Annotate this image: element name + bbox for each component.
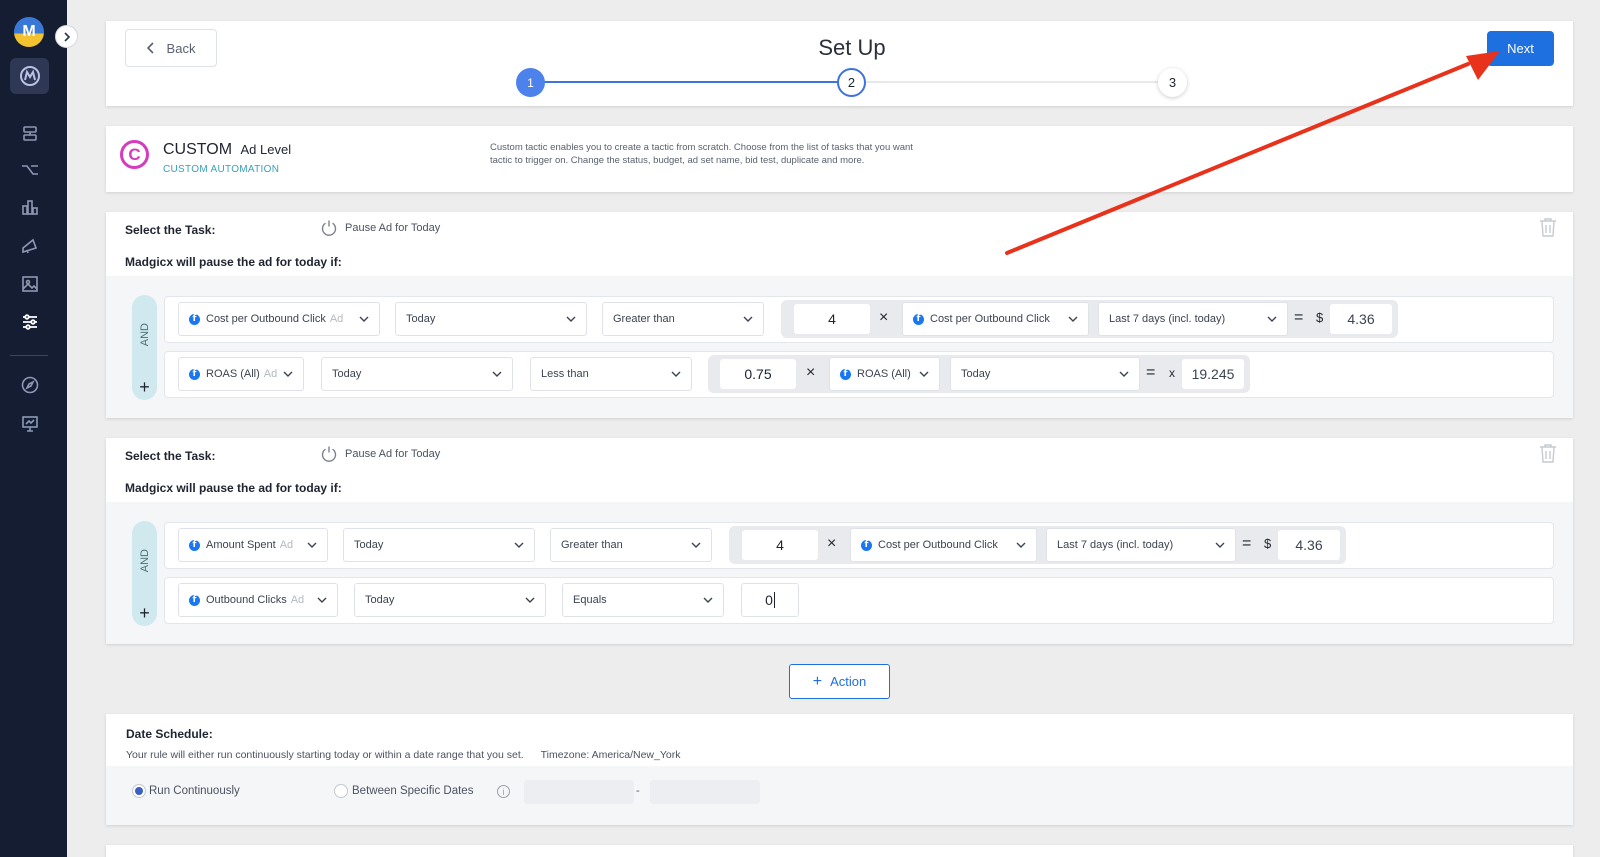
sidebar-collapse-button[interactable] xyxy=(55,25,78,48)
chevron-right-icon xyxy=(63,31,70,42)
annotation-arrow xyxy=(1005,51,1500,255)
